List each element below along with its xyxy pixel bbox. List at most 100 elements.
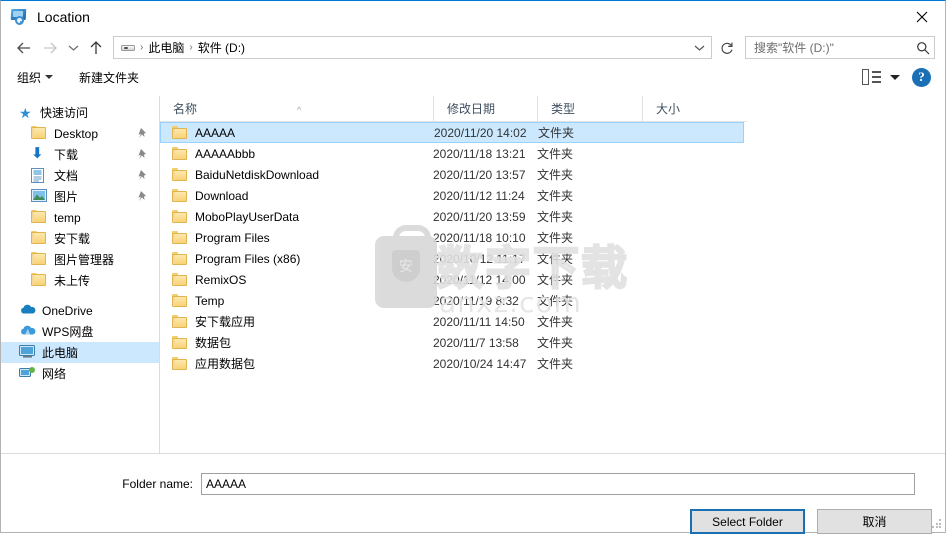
table-row[interactable]: 安下载应用 2020/11/11 14:50 文件夹 [160,311,945,332]
search-icon[interactable] [916,41,930,55]
up-arrow-icon[interactable] [83,36,109,60]
table-row[interactable]: Program Files 2020/11/18 10:10 文件夹 [160,227,945,248]
file-date-cell: 2020/11/18 13:21 [433,146,526,161]
sidebar-item-label: 下载 [54,148,79,162]
sidebar-item-documents[interactable]: 文档 [1,165,159,186]
sidebar-item-desktop[interactable]: Desktop [1,123,159,144]
file-date-cell: 2020/11/20 13:57 [433,167,526,182]
folder-icon [172,189,188,202]
documents-icon [31,167,48,184]
breadcrumb-drive-d[interactable]: 软件 (D:) [195,39,248,56]
pictures-icon [31,188,48,205]
sidebar-item-downloads[interactable]: ⬇ 下载 [1,144,159,165]
new-folder-button[interactable]: 新建文件夹 [73,66,145,88]
table-row[interactable]: 应用数据包 2020/10/24 14:47 文件夹 [160,353,945,374]
folder-name-row: Folder name: AAAAA [1,473,945,495]
navigation-sidebar[interactable]: ★ 快速访问 Desktop ⬇ 下载 文档 图片 temp 安下载 图片管理器… [1,96,160,453]
dialog-content: ★ 快速访问 Desktop ⬇ 下载 文档 图片 temp 安下载 图片管理器… [1,96,945,534]
file-name-label: MoboPlayUserData [195,209,300,224]
folder-icon [172,336,188,349]
folder-icon [172,210,188,223]
table-row[interactable]: 数据包 2020/11/7 13:58 文件夹 [160,332,945,353]
sidebar-item-onedrive[interactable]: OneDrive [1,300,159,321]
breadcrumb-separator: › [140,42,144,53]
sidebar-item-wps-cloud[interactable]: WPS网盘 [1,321,159,342]
file-name-cell: AAAAAbbb [160,147,433,161]
sidebar-item-temp[interactable]: temp [1,207,159,228]
file-list-pane[interactable]: 名称 ^ 修改日期 类型 大小 AAAAA 2020/11/20 14:02 文… [160,96,945,453]
file-type-cell: 文件夹 [537,315,574,329]
file-date-cell: 2020/10/24 14:47 [433,356,527,371]
folder-icon [172,273,188,286]
sidebar-item-this-pc[interactable]: 此电脑 [1,342,159,363]
pin-icon[interactable] [138,191,147,205]
column-header-date-modified[interactable]: 修改日期 [433,96,537,122]
pin-icon[interactable] [138,128,147,142]
organize-button[interactable]: 组织 [11,66,59,88]
table-row[interactable]: MoboPlayUserData 2020/11/20 13:59 文件夹 [160,206,945,227]
table-row[interactable]: Program Files (x86) 2020/10/12 11:17 文件夹 [160,248,945,269]
folder-icon [31,272,48,289]
folder-icon [31,125,48,142]
column-header-type[interactable]: 类型 [537,96,642,122]
back-arrow-icon[interactable] [11,36,37,60]
sidebar-group-quick-access[interactable]: ★ 快速访问 [1,102,159,123]
sidebar-item-pictures[interactable]: 图片 [1,186,159,207]
forward-arrow-icon[interactable] [37,36,63,60]
help-icon[interactable]: ? [912,67,931,87]
refresh-icon[interactable] [714,36,739,59]
breadcrumb-this-pc[interactable]: 此电脑 [145,39,187,56]
recent-locations-chevron-down-icon[interactable] [63,36,83,60]
pin-icon[interactable] [138,149,147,163]
sidebar-item-label: 此电脑 [42,346,79,360]
address-breadcrumb-bar[interactable]: › 此电脑 › 软件 (D:) [113,36,712,59]
title-bar: Location [1,1,945,32]
close-icon[interactable] [899,1,945,32]
dialog-footer: Folder name: AAAAA Select Folder 取消 [1,453,945,534]
file-type-cell: 文件夹 [537,189,574,203]
folder-name-input[interactable]: AAAAA [201,473,915,495]
table-row[interactable]: RemixOS 2020/11/12 14:00 文件夹 [160,269,945,290]
table-row[interactable]: AAAAAbbb 2020/11/18 13:21 文件夹 [160,143,945,164]
file-name-cell: 安下载应用 [160,313,433,330]
sidebar-item-anxiazai[interactable]: 安下载 [1,228,159,249]
file-name-label: AAAAA [195,125,236,140]
file-name-label: Program Files [195,230,270,245]
sidebar-item-network[interactable]: 网络 [1,363,159,384]
sidebar-item-label: 网络 [42,367,67,381]
file-type-cell: 文件夹 [537,231,574,245]
file-type-cell: 文件夹 [537,294,574,308]
pin-icon[interactable] [138,170,147,184]
view-mode-icon[interactable] [862,69,882,85]
window-title: Location [37,8,90,25]
folder-icon [172,168,188,181]
select-folder-button[interactable]: Select Folder [690,509,805,534]
footer-button-row: Select Folder 取消 [1,509,945,534]
file-name-label: BaiduNetdiskDownload [195,167,320,182]
column-header-name[interactable]: 名称 ^ [160,96,433,122]
table-row[interactable]: Download 2020/11/12 11:24 文件夹 [160,185,945,206]
wps-cloud-icon [19,324,36,340]
file-type-cell: 文件夹 [537,357,574,371]
organize-label: 组织 [17,70,42,85]
breadcrumb-separator: › [189,42,193,53]
onedrive-cloud-icon [19,303,36,319]
column-header-size[interactable]: 大小 [642,96,747,122]
table-row[interactable]: Temp 2020/11/19 8:32 文件夹 [160,290,945,311]
file-name-label: 应用数据包 [195,357,256,371]
search-input[interactable]: 搜索"软件 (D:)" [745,36,935,59]
sidebar-divider [1,291,159,300]
sidebar-item-picture-manager[interactable]: 图片管理器 [1,249,159,270]
sidebar-item-not-uploaded[interactable]: 未上传 [1,270,159,291]
file-name-label: Download [195,188,249,203]
sidebar-item-label: 图片管理器 [54,253,115,267]
file-date-cell: 2020/11/18 10:10 [433,230,526,245]
table-row[interactable]: BaiduNetdiskDownload 2020/11/20 13:57 文件… [160,164,945,185]
sidebar-item-label: 未上传 [54,274,91,288]
resize-grip[interactable] [932,519,942,529]
cancel-button[interactable]: 取消 [817,509,932,534]
address-dropdown-chevron-down-icon[interactable] [689,37,709,58]
table-row[interactable]: AAAAA 2020/11/20 14:02 文件夹 [160,122,744,143]
folder-icon [172,357,188,370]
view-mode-caret-down-icon[interactable] [890,74,900,80]
